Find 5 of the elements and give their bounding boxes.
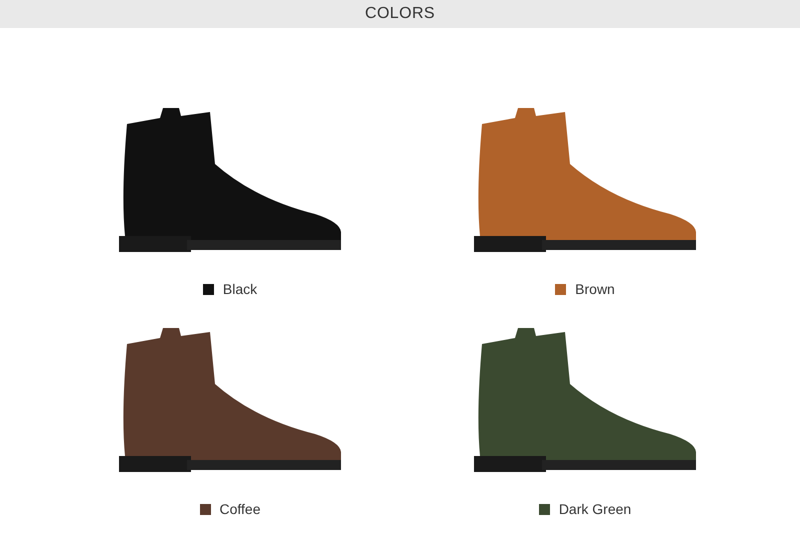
- section-title: COLORS: [365, 4, 435, 24]
- color-label: Brown: [575, 280, 615, 299]
- color-label: Dark Green: [558, 500, 632, 519]
- color-label: Coffee: [220, 500, 260, 519]
- color-label: Black: [222, 280, 258, 299]
